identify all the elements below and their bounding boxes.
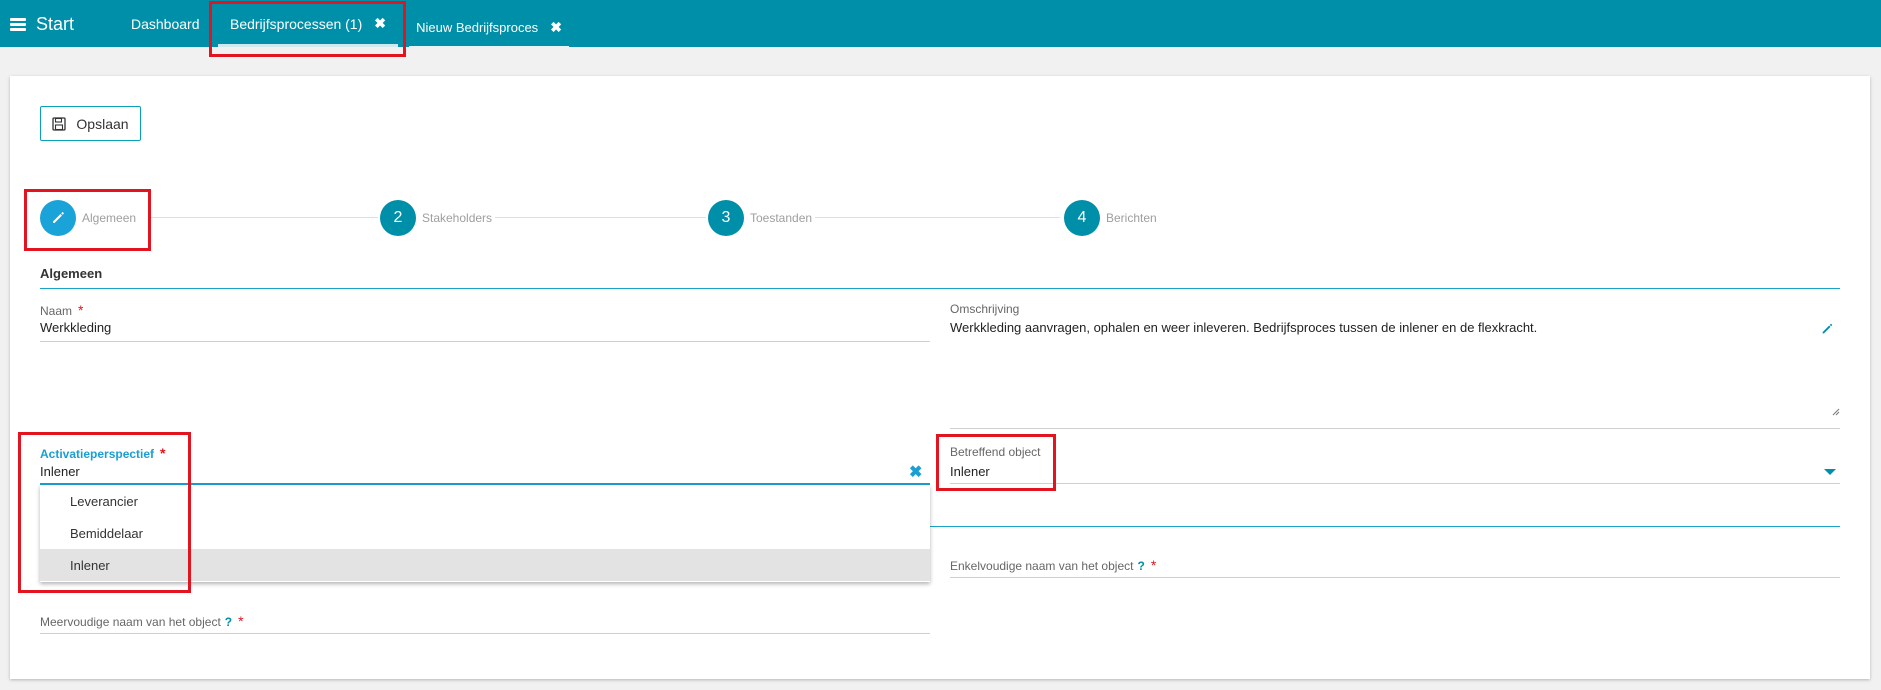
section-divider (40, 288, 1840, 289)
step-circle (40, 200, 76, 236)
enkelvoudige-naam-label-text: Enkelvoudige naam van het object (950, 559, 1134, 573)
hamburger-menu-icon (10, 17, 26, 31)
step-toestanden[interactable]: 3 Toestanden (708, 200, 812, 236)
step-berichten[interactable]: 4 Berichten (1064, 200, 1157, 236)
required-marker: * (1150, 557, 1157, 573)
help-icon[interactable]: ? (1137, 559, 1144, 573)
omschrijving-label: Omschrijving (950, 302, 1020, 316)
meervoudige-naam-label: Meervoudige naam van het object? * (40, 613, 244, 629)
close-tab-icon[interactable]: ✖ (374, 15, 386, 32)
step-algemeen[interactable]: Algemeen (40, 200, 136, 236)
section-title: Algemeen (40, 266, 103, 281)
enkelvoudige-naam-label: Enkelvoudige naam van het object? * (950, 557, 1156, 573)
step-circle: 2 (380, 200, 416, 236)
meervoudige-naam-label-text: Meervoudige naam van het object (40, 615, 221, 629)
save-button-label: Opslaan (76, 115, 129, 132)
step-stakeholders[interactable]: 2 Stakeholders (380, 200, 492, 236)
step-label: Algemeen (82, 211, 137, 225)
tab-bedrijfsprocessen[interactable]: Bedrijfsprocessen (1) ✖ (218, 0, 398, 47)
required-marker: * (238, 613, 244, 629)
tab-label: Bedrijfsprocessen (1) (229, 15, 363, 32)
tab-label: Dashboard (131, 15, 200, 32)
dropdown-option-inlener[interactable]: Inlener (40, 549, 930, 581)
step-circle: 3 (708, 200, 744, 236)
step-label: Toestanden (750, 211, 813, 225)
dropdown-option-bemiddelaar[interactable]: Bemiddelaar (40, 517, 930, 549)
meervoudige-naam-input[interactable] (40, 633, 930, 634)
betreffend-object-underline (950, 483, 1840, 484)
activatieperspectief-label-text: Activatieperspectief (40, 447, 155, 461)
step-circle: 4 (1064, 200, 1100, 236)
activatieperspectief-dropdown: Leverancier Bemiddelaar Inlener (40, 485, 930, 582)
naam-label: Naam * (40, 302, 83, 318)
start-menu-button[interactable]: Start (10, 12, 74, 36)
resize-handle-icon[interactable] (1832, 408, 1840, 416)
chevron-down-icon[interactable] (1824, 469, 1836, 475)
betreffend-object-label: Betreffend object (950, 445, 1041, 459)
naam-label-text: Naam (40, 304, 73, 318)
tab-dashboard[interactable]: Dashboard (131, 0, 201, 47)
pencil-icon (53, 212, 64, 223)
naam-underline (40, 341, 930, 342)
stepper-connector (150, 217, 378, 218)
activatieperspectief-input[interactable]: Inlener (40, 464, 80, 479)
section-divider-secondary (930, 526, 1840, 527)
active-tab-indicator (218, 44, 398, 47)
required-marker: * (160, 445, 166, 461)
required-marker: * (78, 302, 84, 318)
start-label: Start (36, 13, 75, 34)
stepper-connector (495, 217, 706, 218)
save-button[interactable]: Opslaan (40, 106, 141, 141)
top-navigation-bar: Start Dashboard Bedrijfsprocessen (1) ✖ … (0, 0, 1881, 48)
close-tab-icon[interactable]: ✖ (550, 19, 562, 36)
floppy-disk-icon (52, 116, 67, 131)
enkelvoudige-naam-input[interactable] (950, 577, 1840, 578)
edit-pencil-icon[interactable] (1820, 322, 1834, 336)
omschrijving-underline (950, 428, 1840, 429)
clear-selection-icon[interactable]: ✖ (909, 462, 922, 482)
activatieperspectief-label: Activatieperspectief * (40, 445, 166, 461)
dropdown-option-leverancier[interactable]: Leverancier (40, 485, 930, 517)
omschrijving-textarea[interactable]: Werkkleding aanvragen, ophalen en weer i… (950, 320, 1790, 335)
step-label: Berichten (1106, 211, 1157, 225)
tab-indicator (409, 46, 569, 48)
help-icon[interactable]: ? (225, 615, 232, 629)
tab-label: Nieuw Bedrijfsproces (416, 20, 539, 35)
naam-input[interactable]: Werkkleding (40, 320, 111, 335)
stepper-connector (815, 217, 1060, 218)
main-card: Opslaan Algemeen 2 Stakeholders 3 Toesta… (10, 76, 1870, 679)
tab-nieuw-bedrijfsproces[interactable]: Nieuw Bedrijfsproces ✖ (409, 4, 569, 51)
step-label: Stakeholders (422, 211, 493, 225)
betreffend-object-select[interactable]: Inlener (950, 464, 990, 479)
